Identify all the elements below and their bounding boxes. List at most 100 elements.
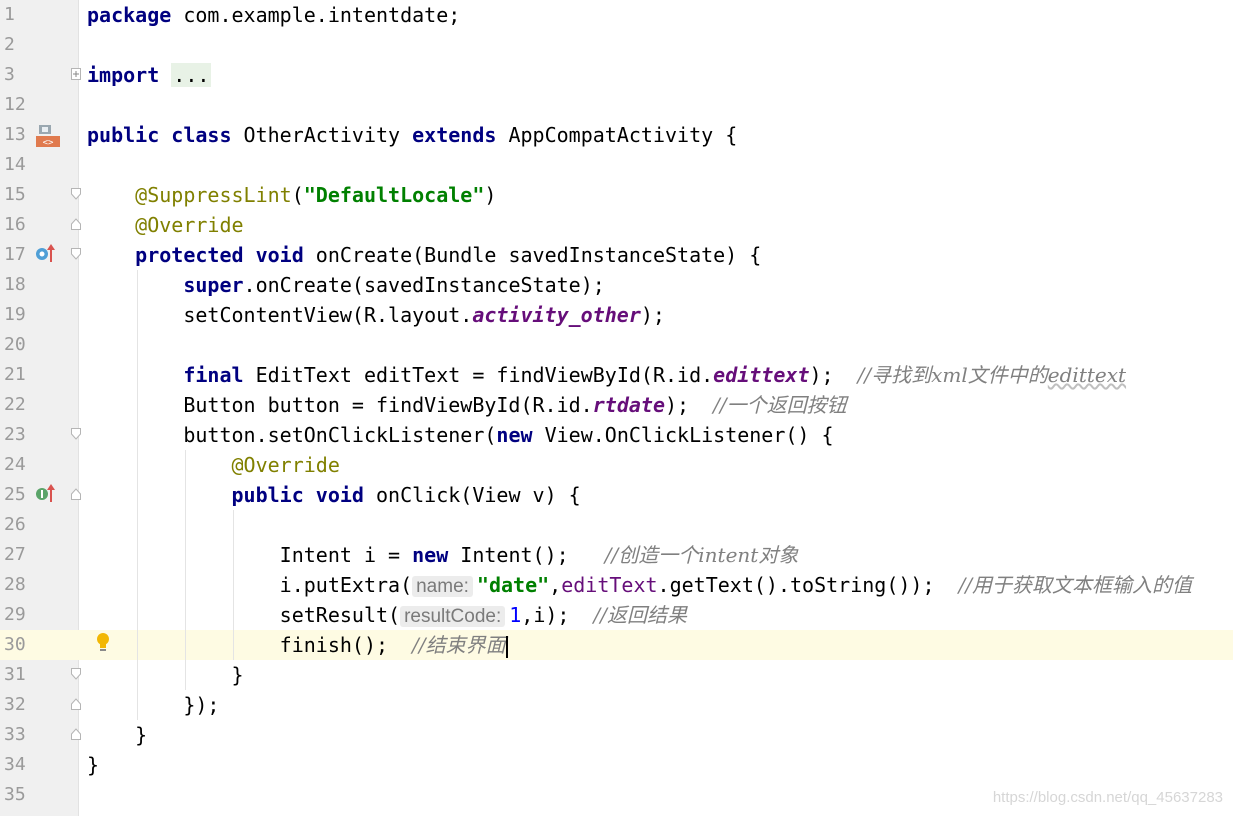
code-line[interactable]: 16 @Override <box>0 210 1233 240</box>
code-token: edittext <box>713 363 810 387</box>
code-text[interactable]: @SuppressLint("DefaultLocale") <box>87 180 496 210</box>
code-line[interactable]: 30 finish(); //结束界面 <box>0 630 1233 660</box>
code-token: @Override <box>135 213 244 237</box>
code-text[interactable]: Intent i = new Intent(); //创造一个intent对象 <box>87 540 799 570</box>
code-comment: //寻找到xml文件中的edittext <box>857 363 1127 387</box>
code-text[interactable]: public void onClick(View v) { <box>87 480 581 510</box>
code-text[interactable]: button.setOnClickListener(new View.OnCli… <box>87 420 833 450</box>
code-line[interactable]: 34} <box>0 750 1233 780</box>
code-token: public void <box>231 483 364 507</box>
code-token: super <box>183 273 244 297</box>
code-text[interactable]: } <box>87 660 243 690</box>
line-number: 28 <box>4 574 26 595</box>
text-caret <box>505 635 508 658</box>
code-line[interactable]: 19 setContentView(R.layout.activity_othe… <box>0 300 1233 330</box>
fold-end-icon[interactable] <box>71 668 81 680</box>
line-number: 2 <box>4 34 15 55</box>
fold-expand-icon[interactable] <box>71 68 81 80</box>
line-number: 18 <box>4 274 26 295</box>
code-text[interactable]: public class OtherActivity extends AppCo… <box>87 120 737 150</box>
code-line[interactable]: 3 import ... <box>0 60 1233 90</box>
line-number: 21 <box>4 364 26 385</box>
code-token: package <box>87 3 172 27</box>
code-line[interactable]: 13 public class OtherActivity extends App… <box>0 120 1233 150</box>
code-text[interactable]: }); <box>87 690 219 720</box>
code-line[interactable]: 24 @Override <box>0 450 1233 480</box>
fold-start-icon[interactable] <box>71 188 81 200</box>
code-line[interactable]: 22 Button button = findViewById(R.id.rtd… <box>0 390 1233 420</box>
line-number: 15 <box>4 184 26 205</box>
code-token: "date" <box>476 573 550 597</box>
code-line[interactable]: 28 i.putExtra(name: "date",editText.getTe… <box>0 570 1233 600</box>
folded-imports[interactable]: ... <box>171 63 212 87</box>
line-number: 30 <box>4 634 26 655</box>
code-comment: //用于获取文本框输入的值 <box>958 573 1193 597</box>
line-number: 23 <box>4 424 26 445</box>
code-line[interactable]: 33 } <box>0 720 1233 750</box>
code-text[interactable]: setContentView(R.layout.activity_other); <box>87 300 665 330</box>
code-line[interactable]: 15 @SuppressLint("DefaultLocale") <box>0 180 1233 210</box>
code-token: @SuppressLint <box>135 183 292 207</box>
code-text[interactable]: package com.example.intentdate; <box>87 0 460 30</box>
line-number: 31 <box>4 664 26 685</box>
code-text[interactable]: final EditText editText = findViewById(R… <box>87 360 1126 390</box>
code-line[interactable]: 27 Intent i = new Intent(); //创造一个intent… <box>0 540 1233 570</box>
code-line[interactable]: 20 <box>0 330 1233 360</box>
code-text[interactable]: import ... <box>87 60 212 90</box>
parameter-hint: resultCode: <box>400 606 506 627</box>
code-comment: //结束界面 <box>412 633 506 657</box>
line-number: 34 <box>4 754 26 775</box>
fold-end-icon[interactable] <box>71 698 81 710</box>
code-line[interactable]: 32 }); <box>0 690 1233 720</box>
line-number: 33 <box>4 724 26 745</box>
code-comment: //一个返回按钮 <box>713 393 847 417</box>
fold-end-icon[interactable] <box>71 728 81 740</box>
code-text[interactable]: @Override <box>87 210 244 240</box>
code-line[interactable]: 31 } <box>0 660 1233 690</box>
line-number: 26 <box>4 514 26 535</box>
fold-start-icon[interactable] <box>71 428 81 440</box>
code-text[interactable]: finish(); //结束界面 <box>87 630 508 660</box>
class-implementation-icon[interactable]: <> <box>35 123 61 154</box>
implements-method-icon[interactable] <box>34 483 58 510</box>
code-line[interactable]: 23 button.setOnClickListener(new View.On… <box>0 420 1233 450</box>
code-line[interactable]: 17 protected void onCreate(Bundle savedI… <box>0 240 1233 270</box>
code-token: editText <box>561 573 658 597</box>
code-token: @Override <box>231 453 340 477</box>
fold-start-icon[interactable] <box>71 488 81 500</box>
code-comment: //返回结果 <box>593 603 688 627</box>
code-line[interactable]: 12 <box>0 90 1233 120</box>
svg-text:<>: <> <box>43 138 54 148</box>
code-line[interactable]: 18 super.onCreate(savedInstanceState); <box>0 270 1233 300</box>
code-token: new <box>412 543 449 567</box>
code-line[interactable]: 25 public void onClick(View v) { <box>0 480 1233 510</box>
code-text[interactable]: super.onCreate(savedInstanceState); <box>87 270 604 300</box>
fold-start-icon[interactable] <box>71 248 81 260</box>
code-token: final <box>183 363 244 387</box>
code-text[interactable]: i.putExtra(name: "date",editText.getText(… <box>87 570 1192 600</box>
parameter-hint: name: <box>412 576 473 597</box>
code-token: activity_other <box>472 303 641 327</box>
lightbulb-icon[interactable] <box>95 632 111 659</box>
code-text[interactable]: setResult(resultCode: 1,i); //返回结果 <box>87 600 687 630</box>
fold-end-icon[interactable] <box>71 218 81 230</box>
code-line[interactable]: 2 <box>0 30 1233 60</box>
code-token: 1 <box>509 603 522 627</box>
code-text[interactable]: protected void onCreate(Bundle savedInst… <box>87 240 761 270</box>
code-line[interactable]: 29 setResult(resultCode: 1,i); //返回结果 <box>0 600 1233 630</box>
code-text[interactable]: } <box>87 720 147 750</box>
code-text[interactable]: @Override <box>87 450 340 480</box>
code-line[interactable]: 14 <box>0 150 1233 180</box>
code-line[interactable]: 1 package com.example.intentdate; <box>0 0 1233 30</box>
line-number: 22 <box>4 394 26 415</box>
code-token: new <box>496 423 533 447</box>
line-number: 24 <box>4 454 26 475</box>
line-number: 29 <box>4 604 26 625</box>
code-line[interactable]: 21 final EditText editText = findViewByI… <box>0 360 1233 390</box>
line-number: 19 <box>4 304 26 325</box>
line-number: 12 <box>4 94 26 115</box>
code-comment: //创造一个intent对象 <box>604 543 799 567</box>
overrides-method-icon[interactable] <box>34 243 58 270</box>
code-text[interactable]: } <box>87 750 99 780</box>
code-text[interactable]: Button button = findViewById(R.id.rtdate… <box>87 390 847 420</box>
